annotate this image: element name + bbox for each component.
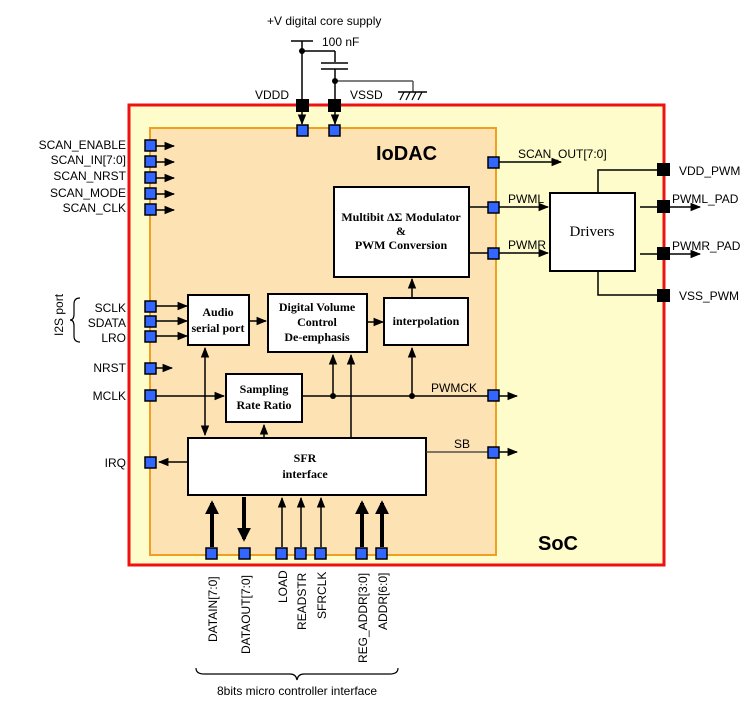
- pin-label-load: LOAD: [276, 570, 290, 603]
- svg-text:Digital Volume: Digital Volume: [279, 300, 356, 314]
- pwml-label: PWML: [508, 192, 544, 206]
- pin-label-pwmr-pad: PWMR_PAD: [672, 239, 741, 253]
- svg-text:interface: interface: [282, 467, 328, 481]
- pin-label-addr: ADDR[6:0]: [376, 573, 390, 630]
- pin-label-mclk: MCLK: [93, 389, 126, 403]
- bottom-group-label: 8bits micro controller interface: [217, 684, 377, 698]
- svg-text:Rate Ratio: Rate Ratio: [237, 398, 292, 412]
- pwmck-pad: [487, 389, 500, 402]
- pin-label-scan-mode: SCAN_MODE: [50, 186, 126, 200]
- svg-text:Drivers: Drivers: [570, 224, 615, 240]
- pin-label-irq: IRQ: [105, 456, 126, 470]
- pin-label-vdd-pwm: VDD_PWM: [679, 164, 740, 178]
- pin-label-lro: LRO: [101, 331, 126, 345]
- cap-label: 100 nF: [322, 35, 359, 49]
- pin-label-sfrclk: SFRCLK: [315, 572, 329, 619]
- svg-text:Sampling: Sampling: [240, 382, 289, 396]
- pin-label-scan-nrst: SCAN_NRST: [53, 169, 126, 183]
- sb-label: SB: [454, 437, 470, 451]
- svg-text:De-emphasis: De-emphasis: [284, 330, 350, 344]
- scan-pins: SCAN_ENABLE SCAN_IN[7:0] SCAN_NRST SCAN_…: [39, 138, 176, 216]
- pwmr-label: PWMR: [508, 238, 546, 252]
- svg-text:&: &: [396, 224, 406, 238]
- pin-label-nrst: NRST: [93, 361, 126, 375]
- pin-label-vss-pwm: VSS_PWM: [679, 289, 739, 303]
- iodac-block-diagram: IoDAC SoC +V digital core supply 100 nF …: [39, 14, 741, 698]
- soc-title: SoC: [538, 533, 578, 555]
- iodac-title: IoDAC: [376, 143, 437, 165]
- i2s-group-label: I2S port: [52, 293, 66, 336]
- pin-label-pwml-pad: PWML_PAD: [672, 192, 739, 206]
- pin-label-scan-enable: SCAN_ENABLE: [39, 138, 126, 152]
- i2s-brace: [69, 297, 81, 343]
- vddd-label: VDDD: [255, 88, 289, 102]
- interpolation-block: interpolation: [383, 297, 469, 346]
- multibit-modulator-block: Multibit ΔΣ Modulator & PWM Conversion: [333, 186, 470, 278]
- svg-text:interpolation: interpolation: [393, 314, 460, 328]
- scan-out-label: SCAN_OUT[7:0]: [518, 147, 607, 161]
- svg-text:serial port: serial port: [192, 321, 245, 335]
- svg-text:PWM Conversion: PWM Conversion: [355, 238, 448, 252]
- drivers-block: Drivers: [549, 192, 636, 272]
- pwmr-pad-out: [657, 247, 670, 260]
- svg-text:Control: Control: [297, 315, 337, 329]
- vssd-inner-pad: [328, 124, 341, 137]
- pin-label-datain: DATAIN[7:0]: [206, 576, 220, 642]
- vssd-pad: [328, 99, 341, 112]
- scan-out-pad: [487, 156, 500, 169]
- vddd-inner-pad: [296, 124, 309, 137]
- bottom-brace: [195, 667, 399, 681]
- pin-label-scan-clk: SCAN_CLK: [63, 201, 126, 215]
- vdd-pwm-pad: [657, 163, 670, 176]
- svg-text:Multibit ΔΣ Modulator: Multibit ΔΣ Modulator: [341, 210, 461, 224]
- vddd-pad: [296, 99, 309, 112]
- svg-text:Audio: Audio: [202, 305, 233, 319]
- pin-label-scan-in: SCAN_IN[7:0]: [51, 153, 126, 167]
- pwml-pad: [487, 201, 500, 214]
- pwmr-pad: [487, 247, 500, 260]
- svg-text:SFR: SFR: [294, 451, 317, 465]
- digital-volume-control-block: Digital Volume Control De-emphasis: [267, 293, 368, 353]
- sfr-interface-block: SFR interface: [187, 437, 427, 496]
- vssd-label: VSSD: [350, 88, 383, 102]
- pin-label-sclk: SCLK: [95, 301, 126, 315]
- pwml-pad-out: [657, 200, 670, 213]
- pin-label-reg-addr: REG_ADDR[3:0]: [356, 573, 370, 663]
- pin-label-sdata: SDATA: [88, 316, 126, 330]
- pwmck-label: PWMCK: [431, 381, 477, 395]
- audio-serial-port-block: Audio serial port: [187, 294, 250, 346]
- pin-label-readstr: READSTR: [295, 572, 309, 630]
- supply-label: +V digital core supply: [267, 14, 381, 28]
- vss-pwm-pad: [657, 289, 670, 302]
- sb-pad: [487, 446, 500, 459]
- pin-label-dataout: DATAOUT[7:0]: [239, 575, 253, 654]
- sampling-rate-ratio-block: Sampling Rate Ratio: [225, 373, 303, 423]
